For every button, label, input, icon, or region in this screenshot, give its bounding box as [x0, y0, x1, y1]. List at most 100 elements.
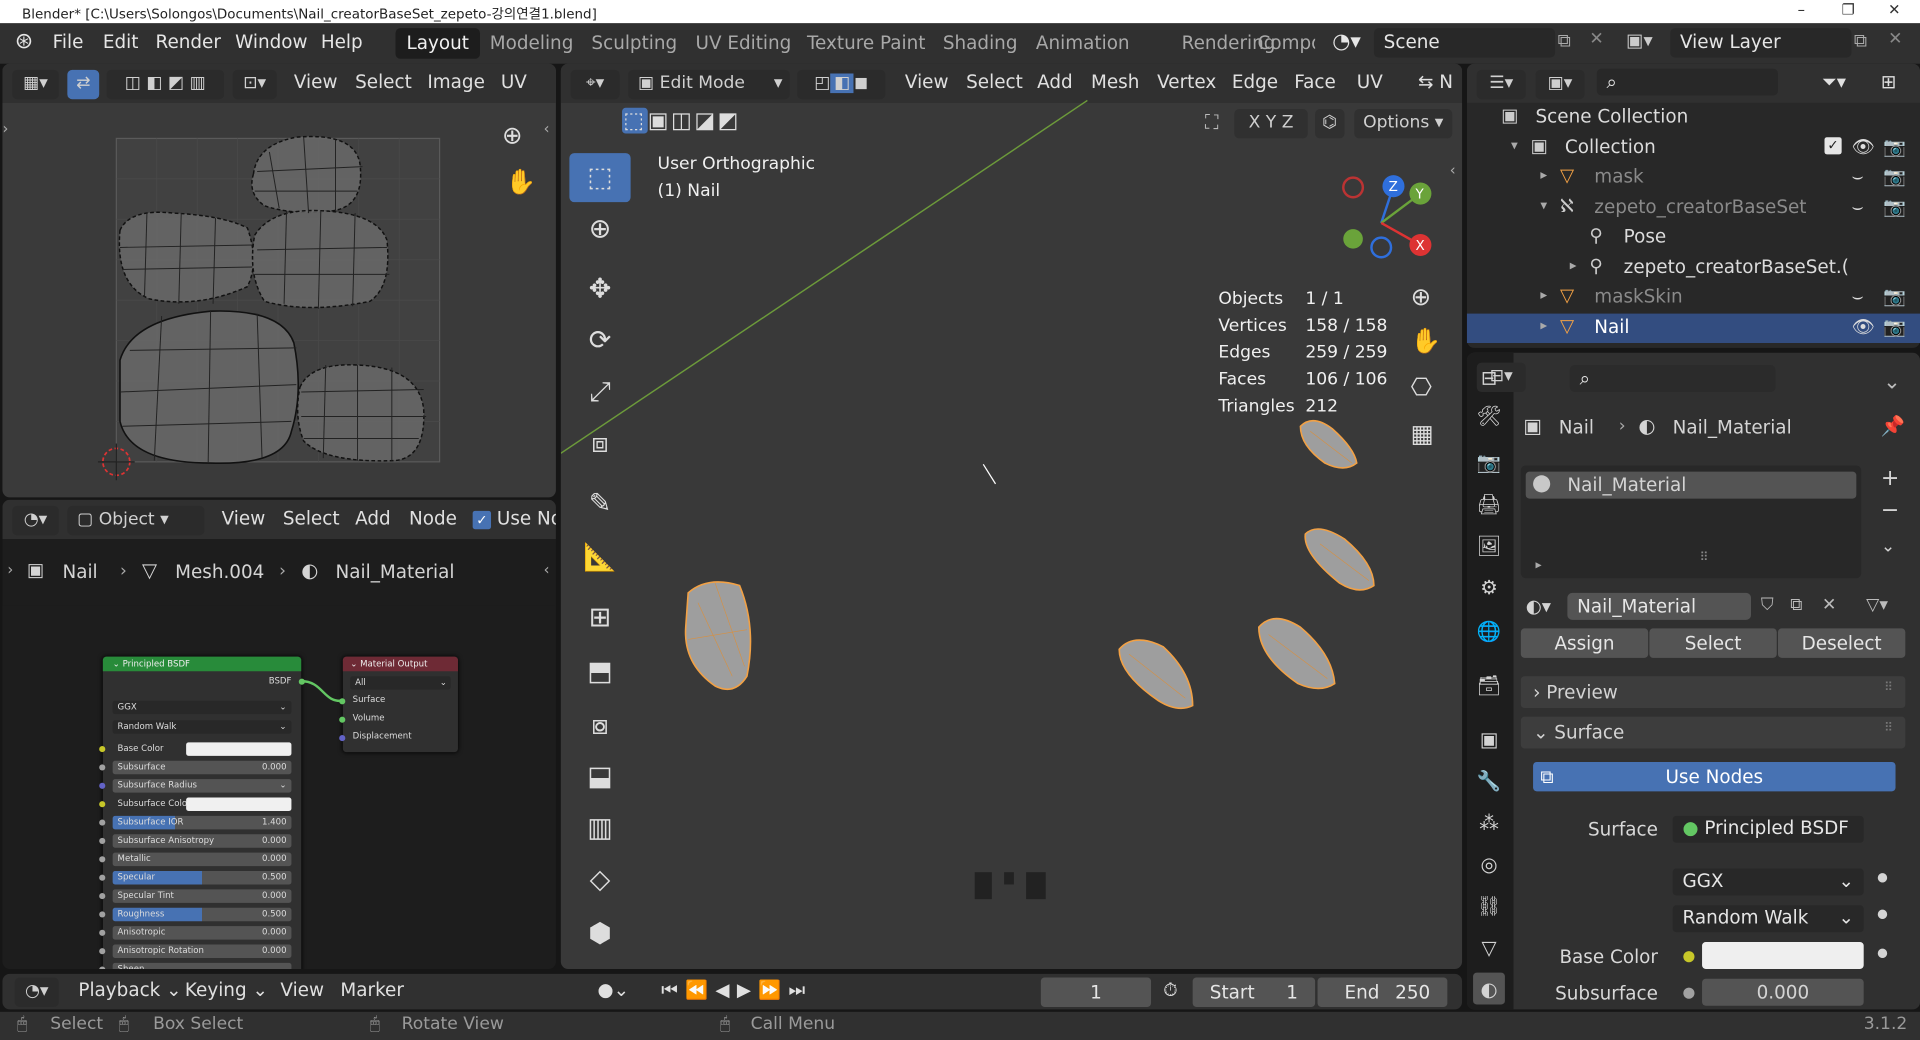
bevel-tool-icon[interactable]: ⬓: [569, 752, 630, 801]
minimize-button[interactable]: –: [1798, 1, 1805, 18]
distribution-dropdown[interactable]: GGX ⌄: [1672, 868, 1864, 896]
editor-type-icon[interactable]: ▦▾: [12, 69, 59, 100]
outliner-type-icon[interactable]: ☰▾: [1476, 69, 1526, 100]
maximize-button[interactable]: ❐: [1842, 1, 1855, 18]
collection-tab-icon[interactable]: 🗃: [1473, 669, 1505, 701]
new-view-layer-icon[interactable]: ⧉: [1854, 29, 1867, 51]
keyframe-dot-icon[interactable]: ●: [1877, 908, 1888, 921]
annotate-tool-icon[interactable]: ✎: [569, 479, 630, 528]
world-tab-icon[interactable]: 🌐: [1473, 615, 1505, 647]
expand-arrow-icon[interactable]: ▸: [1536, 559, 1542, 572]
material-name-field[interactable]: Nail_Material: [1567, 592, 1752, 620]
use-nodes-button[interactable]: ⧉ Use Nodes: [1533, 761, 1896, 792]
preview-panel-header[interactable]: › Preview ⠿: [1520, 676, 1906, 709]
tab-shading[interactable]: Shading: [932, 28, 1029, 59]
fake-user-icon[interactable]: ⛉: [1761, 595, 1774, 615]
options-chevron-icon[interactable]: ⌄: [1883, 370, 1900, 395]
select-box-tool-icon[interactable]: ⬚: [569, 153, 631, 203]
keyframe-dot-icon[interactable]: ●: [1877, 947, 1888, 960]
scale-tool-icon[interactable]: ⤢: [569, 368, 630, 417]
display-mode-icon[interactable]: ▣▾: [1535, 69, 1585, 100]
play-reverse-icon[interactable]: ◀: [715, 979, 736, 1001]
add-slot-icon[interactable]: +: [1881, 466, 1899, 492]
pin-icon[interactable]: 📌: [1881, 414, 1905, 437]
tab-uv-editing[interactable]: UV Editing: [684, 28, 802, 59]
outliner-item[interactable]: ⚲ Pose: [1467, 223, 1920, 252]
uv-canvas[interactable]: [2, 103, 555, 497]
inset-tool-icon[interactable]: ⧇: [569, 701, 630, 750]
browse-material-icon[interactable]: ◐▾: [1526, 595, 1551, 617]
poly-build-tool-icon[interactable]: ⬢: [569, 909, 630, 958]
jump-end-icon[interactable]: ⏭: [789, 979, 813, 1001]
outliner-item[interactable]: ▸ ▽ mask ⌣ 📷: [1467, 163, 1920, 192]
tab-compositing[interactable]: Compo: [1247, 28, 1316, 59]
constraints-tab-icon[interactable]: ⛓: [1473, 889, 1505, 921]
material-tab-icon[interactable]: ◐: [1473, 972, 1505, 1005]
move-tool-icon[interactable]: ✥: [569, 265, 630, 314]
scene-icon[interactable]: ◔▾: [1332, 29, 1361, 54]
uv-menu-view[interactable]: View: [294, 71, 338, 93]
render-camera-icon[interactable]: 📷: [1883, 285, 1906, 307]
tool-tab-icon[interactable]: 🛠: [1473, 399, 1505, 431]
menu-file[interactable]: File: [53, 31, 84, 53]
collection-checkbox[interactable]: ✓: [1824, 137, 1842, 155]
properties-editor-type-icon[interactable]: ⊟: [1473, 361, 1505, 393]
visibility-eye-icon[interactable]: ⌣: [1851, 165, 1863, 187]
deselect-button[interactable]: Deselect: [1777, 628, 1906, 658]
visibility-eye-icon[interactable]: ⌣: [1851, 285, 1863, 307]
link-data-icon[interactable]: ▽▾: [1866, 595, 1888, 615]
subsurface-method-dropdown[interactable]: Random Walk ⌄: [1672, 905, 1864, 933]
keyframe-dot-icon[interactable]: ●: [1877, 871, 1888, 884]
playback-menu[interactable]: Playback ⌄: [78, 979, 181, 1001]
pan-hand-icon[interactable]: ✋: [506, 167, 536, 196]
sidebar-toggle-icon[interactable]: ‹: [1450, 162, 1456, 179]
physics-tab-icon[interactable]: ◎: [1473, 848, 1505, 880]
outliner-item[interactable]: ▸ ▽ Nail 👁 📷: [1466, 312, 1920, 343]
transform-tool-icon[interactable]: ⧈: [569, 419, 630, 468]
slot-specials-icon[interactable]: ⌄: [1881, 537, 1895, 557]
assign-button[interactable]: Assign: [1520, 628, 1649, 658]
visibility-eye-icon[interactable]: 👁: [1851, 315, 1874, 337]
jump-start-icon[interactable]: ⏮: [661, 979, 685, 1001]
surface-panel-header[interactable]: ⌄ Surface ⠿: [1520, 716, 1906, 749]
expand-arrow-icon[interactable]: ▸: [1570, 257, 1577, 273]
expand-arrow-icon[interactable]: ▸: [1540, 317, 1547, 333]
ortho-grid-icon[interactable]: ▦: [1411, 419, 1434, 448]
keying-menu[interactable]: Keying ⌄: [185, 979, 268, 1001]
cursor-tool-icon[interactable]: ⊕: [569, 205, 630, 254]
measure-tool-icon[interactable]: 📐: [569, 533, 630, 582]
marker-menu[interactable]: Marker: [340, 979, 404, 1001]
material-slot-item[interactable]: Nail_Material: [1525, 471, 1857, 499]
render-camera-icon[interactable]: 📷: [1883, 315, 1906, 337]
uv-menu-select[interactable]: Select: [355, 71, 412, 93]
duplicate-material-icon[interactable]: ⧉: [1790, 595, 1802, 615]
blender-logo-icon[interactable]: ⊛: [15, 28, 33, 54]
outliner-search-input[interactable]: ⌕: [1596, 68, 1778, 96]
add-cube-tool-icon[interactable]: ⊞: [569, 593, 630, 642]
filter-icon[interactable]: ⏷▾: [1822, 71, 1846, 93]
uv-menu-image[interactable]: Image: [427, 71, 485, 93]
visibility-eye-icon[interactable]: ⌣: [1851, 195, 1863, 217]
uv-menu-uv[interactable]: UV: [501, 71, 527, 93]
tab-texture-paint[interactable]: Texture Paint: [796, 28, 937, 59]
outliner-item[interactable]: ▾ ℵ zepeto_creatorBaseSet ⌣ 📷: [1467, 193, 1920, 222]
camera-icon[interactable]: ⎔: [1411, 372, 1432, 401]
object-tab-icon[interactable]: ▣: [1473, 723, 1505, 755]
timeline-view-menu[interactable]: View: [280, 979, 324, 1001]
prev-key-icon[interactable]: ⏪: [685, 979, 715, 1001]
remove-slot-icon[interactable]: −: [1881, 497, 1899, 523]
pivot-icon[interactable]: ⊡▾: [232, 69, 277, 100]
uv-sync-icon[interactable]: ⇄: [67, 69, 100, 100]
subsurface-value-field[interactable]: 0.000: [1702, 978, 1864, 1006]
3d-viewport[interactable]: ⌖▾ ▣ Edit Mode ▾ ◰ ◧ ◼ View Select Add Mes…: [560, 63, 1463, 969]
render-camera-icon[interactable]: 📷: [1883, 165, 1906, 187]
scene-tab-icon[interactable]: ⚙: [1473, 571, 1505, 603]
menu-window[interactable]: Window: [235, 31, 307, 53]
uv-editor[interactable]: ▦▾ ⇄ ◫ ◧ ◩ ▥ ⊡▾ View Select Image UV ⊕ ✋…: [2, 63, 556, 498]
new-scene-icon[interactable]: ⧉: [1558, 29, 1571, 51]
particles-tab-icon[interactable]: ⁂: [1473, 806, 1505, 838]
remove-view-layer-icon[interactable]: ✕: [1888, 29, 1902, 49]
render-camera-icon[interactable]: 📷: [1883, 195, 1906, 217]
properties-search-input[interactable]: ⌕: [1569, 365, 1776, 392]
menu-edit[interactable]: Edit: [103, 31, 139, 53]
